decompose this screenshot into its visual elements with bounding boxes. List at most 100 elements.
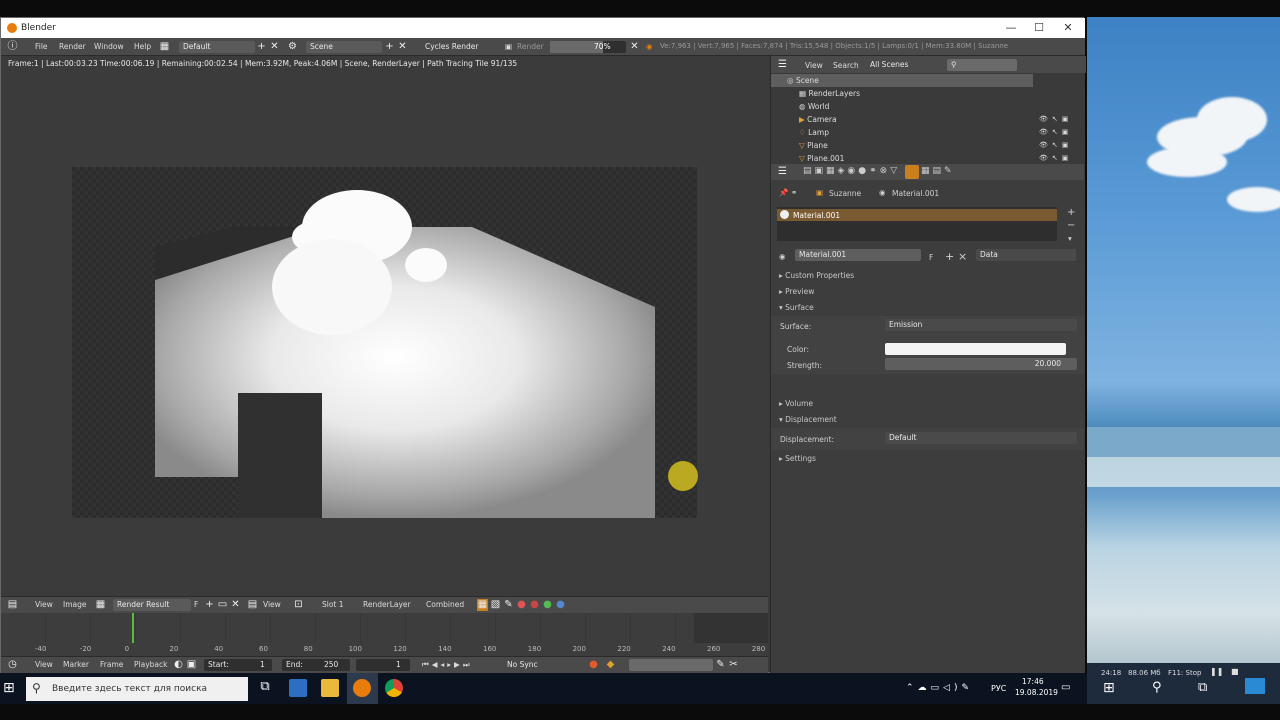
outliner-row-plane001[interactable]: ▽ Plane.001 xyxy=(771,152,1033,164)
outliner-row-camera[interactable]: ▶ Camera xyxy=(771,113,1033,126)
menu-help[interactable]: Help xyxy=(134,42,151,51)
menu-window[interactable]: Window xyxy=(94,42,124,51)
sync-select[interactable]: No Sync xyxy=(503,659,577,671)
render-pass-select[interactable]: Combined xyxy=(426,600,464,609)
clock-date[interactable]: 19.08.2019 xyxy=(1015,688,1058,697)
material-browse-icon[interactable]: ◉ xyxy=(779,252,786,261)
minimize-button[interactable]: — xyxy=(996,20,1026,36)
current-frame-field[interactable]: 1 xyxy=(356,659,410,671)
emission-color-swatch[interactable] xyxy=(885,343,1066,355)
tl-playback-menu[interactable]: Playback xyxy=(134,660,167,669)
alpha-display-icon[interactable]: ▦ xyxy=(477,599,488,611)
obs-stop[interactable]: F11: Stop xyxy=(1168,669,1201,677)
displacement-method-select[interactable]: Default xyxy=(885,432,1077,444)
image-view-select[interactable]: View xyxy=(263,600,281,609)
clock-time[interactable]: 17:46 xyxy=(1022,677,1044,686)
unlink-material-button[interactable]: × xyxy=(958,250,967,263)
open-image-icon[interactable]: ▭ xyxy=(217,599,228,611)
panel-custom-properties[interactable]: ▸ Custom Properties xyxy=(771,268,1084,283)
tl-view-menu[interactable]: View xyxy=(35,660,53,669)
camera-icon[interactable]: ◐ xyxy=(173,659,184,671)
image-view-menu[interactable]: View xyxy=(35,600,53,609)
panel-surface[interactable]: ▾ Surface xyxy=(771,300,1084,315)
outliner-filter-select[interactable]: All Scenes xyxy=(866,59,940,71)
outliner-row-scene[interactable]: ◎ Scene xyxy=(771,74,1033,87)
brush-icon[interactable]: ✎ xyxy=(503,599,514,611)
image-editor-viewport[interactable]: Frame:1 | Last:00:03.23 Time:00:06.19 | … xyxy=(1,56,768,596)
red-channel-icon[interactable]: ● xyxy=(516,599,527,611)
cancel-render-button[interactable]: ✕ xyxy=(629,41,640,53)
visibility-toggles[interactable]: 👁↖▣ 👁↖▣ 👁↖▣ 👁↖▣ xyxy=(1039,113,1072,165)
context-tabs-2[interactable]: ▦▤✎ xyxy=(921,166,955,176)
remove-scene-button[interactable]: ✕ xyxy=(397,41,408,53)
tl-frame-menu[interactable]: Frame xyxy=(100,660,123,669)
delete-key-icon[interactable]: ✂ xyxy=(728,659,739,671)
desktop-app-icon[interactable] xyxy=(1245,678,1265,694)
add-slot-button[interactable]: + xyxy=(1067,207,1075,218)
image-menu[interactable]: Image xyxy=(63,600,87,609)
taskbar-app-icon[interactable] xyxy=(289,679,307,697)
stop-icon[interactable]: ■ xyxy=(1231,667,1239,676)
outliner-row-renderlayers[interactable]: ▦ RenderLayers xyxy=(771,87,1033,100)
start-button-icon[interactable]: ⊞ xyxy=(3,680,15,696)
outliner-search-menu[interactable]: Search xyxy=(833,61,859,70)
red-dot-icon[interactable]: ● xyxy=(529,599,540,611)
remove-slot-button[interactable]: − xyxy=(1067,220,1075,231)
blender-taskbar-icon[interactable] xyxy=(353,679,371,697)
pivot-icon[interactable]: ⊡ xyxy=(293,599,304,611)
end-frame-field[interactable]: End: 250 xyxy=(282,659,350,671)
desktop-taskview-icon[interactable]: ⧉ xyxy=(1198,680,1207,695)
task-view-icon[interactable]: ⧉ xyxy=(256,679,274,697)
tl-marker-menu[interactable]: Marker xyxy=(63,660,89,669)
insert-key-icon[interactable]: ✎ xyxy=(715,659,726,671)
menu-file[interactable]: File xyxy=(35,42,48,51)
image-editor-type-icon[interactable]: ▤ xyxy=(7,599,18,611)
desktop-start-icon[interactable]: ⊞ xyxy=(1103,680,1115,696)
close-button[interactable]: ✕ xyxy=(1053,20,1083,36)
playback-controls[interactable]: ⏮◀◂▸▶⏭ xyxy=(422,660,473,670)
layout-icon[interactable]: ▦ xyxy=(159,41,170,53)
view-mode-icon[interactable]: ▤ xyxy=(247,599,258,611)
slot-menu-icon[interactable]: ▾ xyxy=(1068,234,1072,243)
start-frame-field[interactable]: Start: 1 xyxy=(204,659,272,671)
keying-set-field[interactable] xyxy=(629,659,713,671)
outliner-view-menu[interactable]: View xyxy=(805,61,823,70)
current-frame-marker[interactable] xyxy=(132,613,134,643)
context-tabs[interactable]: ▤▣▦◈◉●⚭⊗▽ xyxy=(803,166,900,176)
material-slot-list[interactable]: Material.001 xyxy=(777,207,1057,241)
render-layer-select[interactable]: RenderLayer xyxy=(363,600,411,609)
new-material-button[interactable]: + xyxy=(945,250,954,263)
new-image-button[interactable]: + xyxy=(204,599,215,611)
material-name-field[interactable]: Material.001 xyxy=(795,249,921,261)
file-explorer-icon[interactable] xyxy=(321,679,339,697)
outliner-search-input[interactable]: ⚲ xyxy=(947,59,1017,71)
slot-select[interactable]: Slot 1 xyxy=(322,600,344,609)
add-layout-button[interactable]: + xyxy=(256,41,267,53)
render-engine-select[interactable]: Cycles Render xyxy=(421,41,493,53)
outliner-row-lamp[interactable]: ♢ Lamp xyxy=(771,126,1033,139)
layout-field[interactable]: Default xyxy=(179,41,255,53)
chrome-taskbar-icon[interactable] xyxy=(385,679,403,697)
lock-icon[interactable]: ▣ xyxy=(186,659,197,671)
panel-preview[interactable]: ▸ Preview xyxy=(771,284,1084,299)
unlink-image-button[interactable]: ✕ xyxy=(230,599,241,611)
outliner-row-plane[interactable]: ▽ Plane xyxy=(771,139,1033,152)
scene-icon[interactable]: ⚙ xyxy=(287,41,298,53)
material-tab-icon[interactable] xyxy=(905,165,919,179)
system-tray-icons[interactable]: ⌃☁▭◁)✎ xyxy=(906,683,973,693)
panel-volume[interactable]: ▸ Volume xyxy=(771,396,1084,411)
pin-icon[interactable]: 📌 xyxy=(779,188,788,197)
add-scene-button[interactable]: + xyxy=(384,41,395,53)
outliner-type-icon[interactable]: ☰ xyxy=(777,59,788,71)
image-browse-icon[interactable]: ▦ xyxy=(95,599,106,611)
remove-layout-button[interactable]: ✕ xyxy=(269,41,280,53)
language-indicator[interactable]: РУС xyxy=(991,684,1006,693)
green-channel-icon[interactable]: ● xyxy=(542,599,553,611)
taskbar-search-box[interactable]: Введите здесь текст для поиска xyxy=(26,677,248,701)
maximize-button[interactable]: ☐ xyxy=(1024,20,1054,36)
editor-type-icon[interactable]: ⓘ xyxy=(7,41,18,53)
desktop-search-icon[interactable]: ⚲ xyxy=(1152,680,1162,695)
material-slot-row[interactable]: Material.001 xyxy=(777,209,1057,221)
properties-type-icon[interactable]: ☰ xyxy=(777,166,788,178)
material-fake-user[interactable]: F xyxy=(929,253,933,262)
